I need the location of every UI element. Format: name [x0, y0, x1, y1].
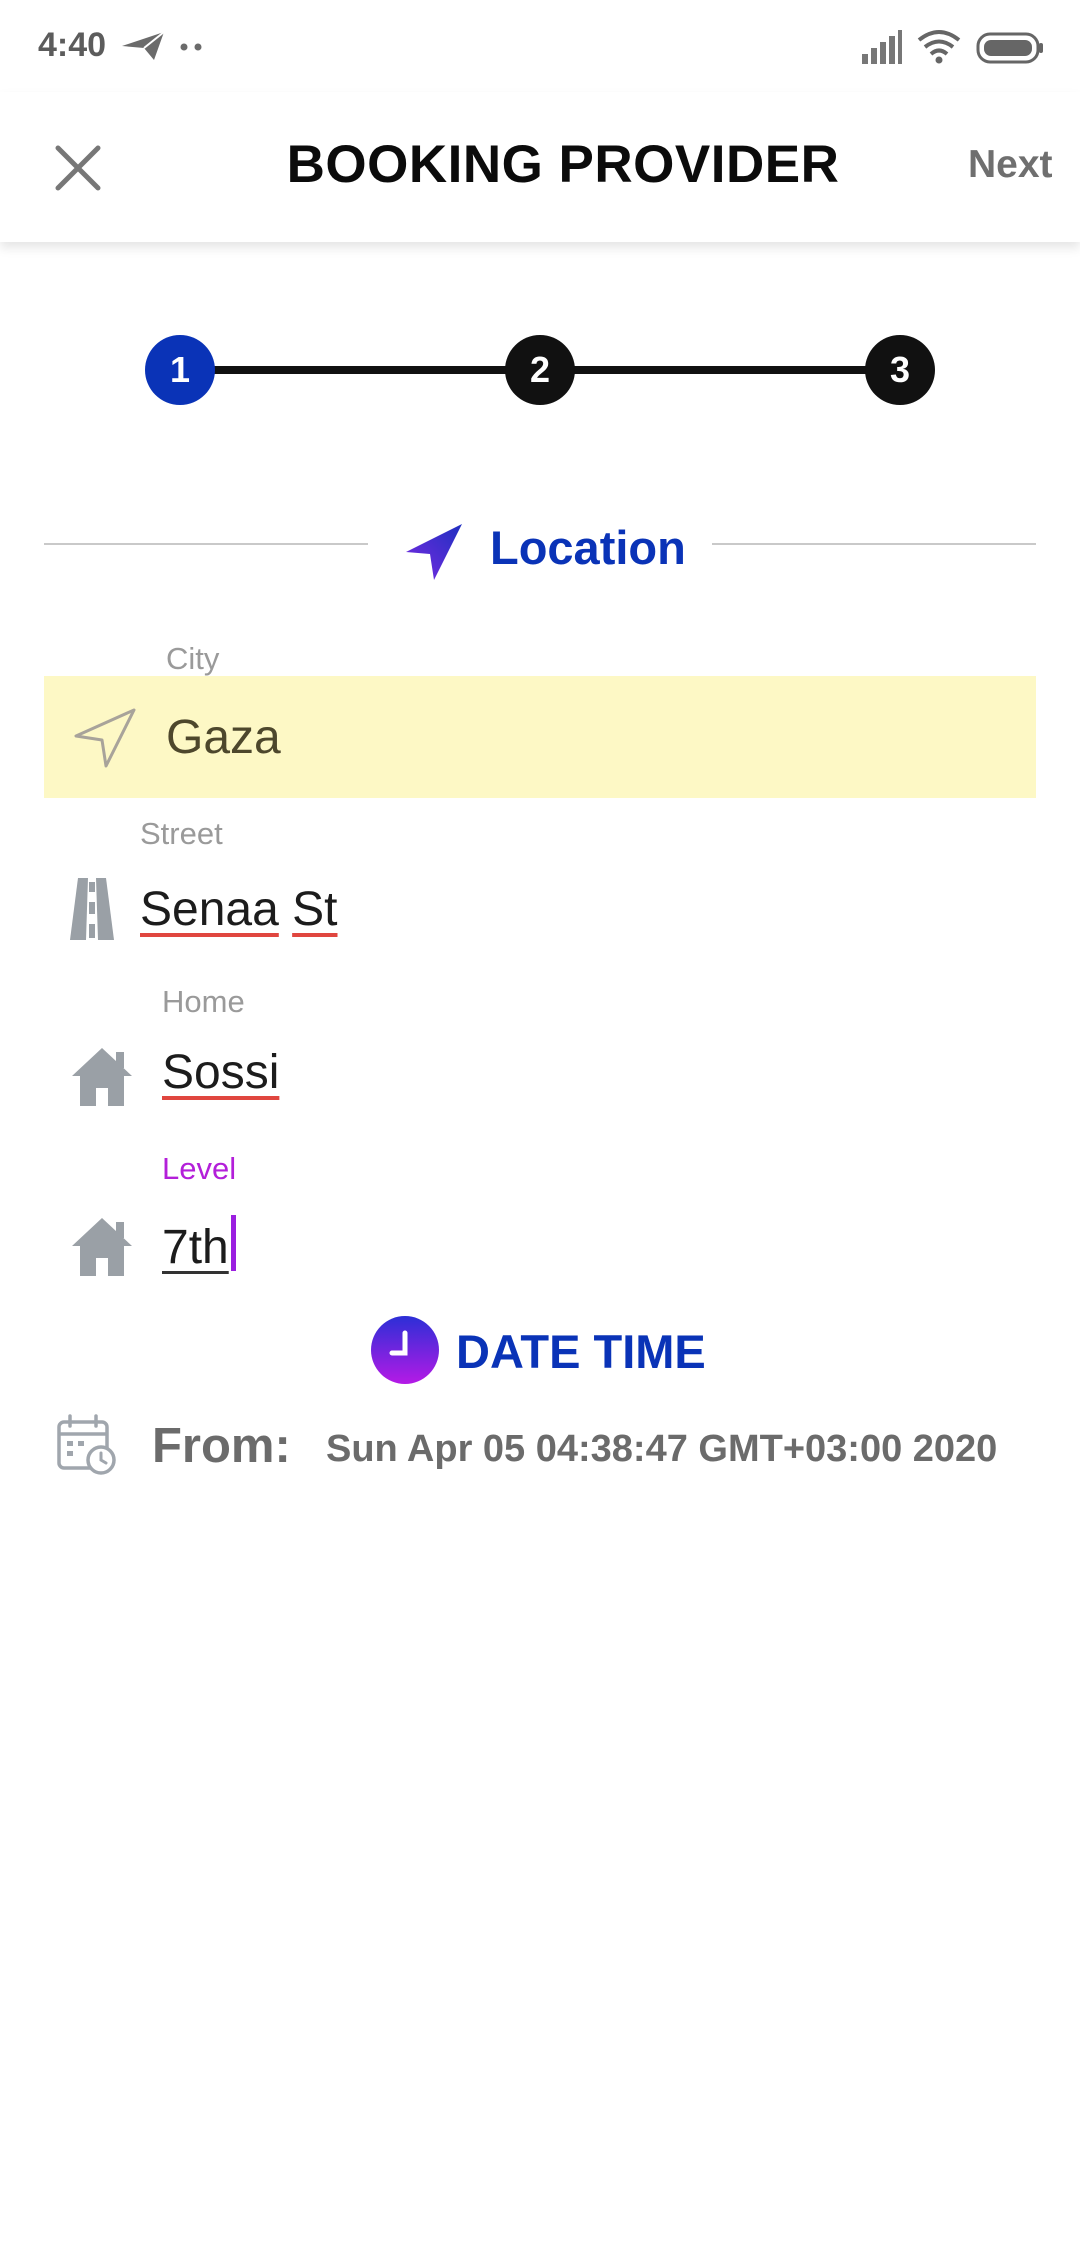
battery-icon [976, 32, 1043, 64]
section-divider-left [44, 543, 368, 545]
page-title: BOOKING PROVIDER [286, 135, 840, 194]
next-button[interactable]: Next [968, 143, 1053, 187]
status-time: 4:40 [38, 26, 107, 64]
street-word-1: Senaa [140, 883, 279, 936]
send-icon [122, 31, 165, 60]
location-section-title: Location [490, 521, 686, 574]
house-icon [72, 1218, 132, 1276]
home-label: Home [162, 984, 245, 1019]
street-value[interactable]: Senaa St [140, 882, 338, 937]
level-field[interactable]: 7th [162, 1215, 236, 1275]
step-1[interactable]: 1 [145, 335, 215, 405]
level-value: 7th [162, 1221, 229, 1274]
house-icon [72, 1048, 132, 1106]
navigation-outline-icon [74, 708, 136, 768]
navigation-arrow-icon [406, 524, 462, 580]
home-value[interactable]: Sossi [162, 1045, 279, 1100]
more-dots-icon [180, 43, 202, 51]
street-label: Street [140, 816, 223, 851]
wifi-icon [917, 30, 961, 64]
section-divider-right [712, 543, 1036, 545]
signal-icon [862, 30, 902, 64]
from-datetime-value[interactable]: Sun Apr 05 04:38:47 GMT+03:00 2020 [326, 1428, 997, 1471]
city-value: Gaza [166, 711, 281, 764]
step-3[interactable]: 3 [865, 335, 935, 405]
level-label: Level [162, 1151, 237, 1186]
city-label: City [166, 641, 220, 676]
text-cursor [230, 1215, 236, 1271]
from-label: From: [152, 1419, 291, 1473]
road-icon [70, 878, 114, 940]
street-word-2: St [292, 883, 338, 936]
clock-icon [371, 1316, 439, 1384]
datetime-section-title: DATE TIME [456, 1325, 706, 1378]
calendar-clock-icon [57, 1414, 116, 1475]
step-2[interactable]: 2 [505, 335, 575, 405]
